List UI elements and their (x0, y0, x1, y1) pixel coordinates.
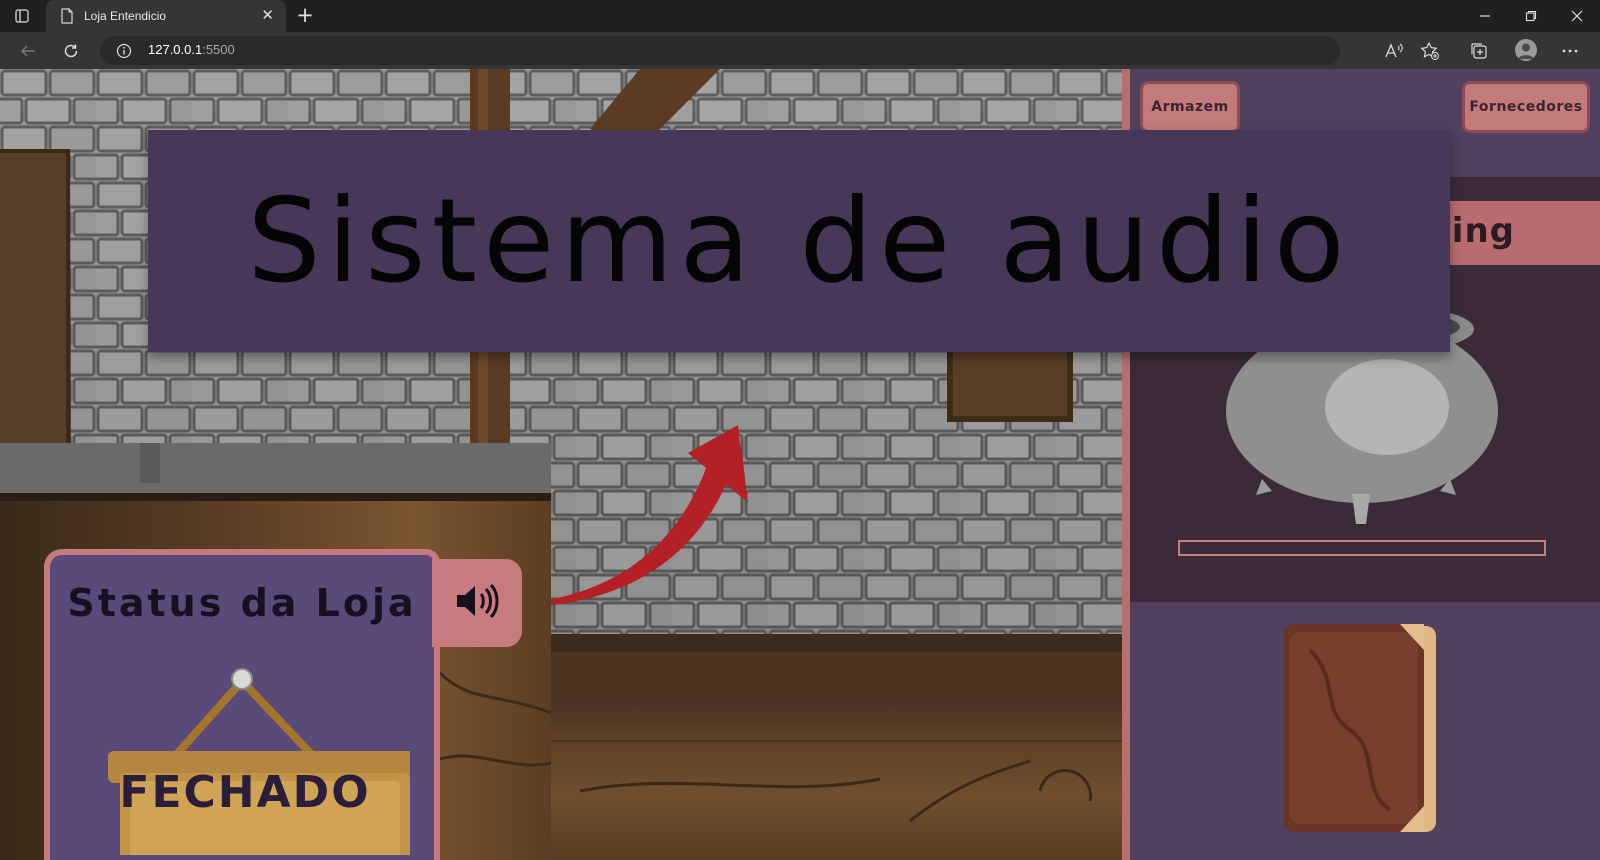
sign-status-text: FECHADO (119, 767, 371, 818)
tab-actions-icon[interactable] (14, 8, 30, 24)
feature-title-banner: Sistema de audio (148, 130, 1450, 352)
address-bar[interactable]: 127.0.0.1:5500 (100, 36, 1340, 65)
close-window-icon[interactable] (1554, 0, 1600, 32)
more-menu-icon[interactable] (1559, 40, 1581, 62)
url-port: :5500 (202, 42, 235, 57)
browser-tab-bar: Loja Entendicio ✕ + (0, 0, 1600, 32)
zoomed-inset: Status da Loja FECHADO (0, 443, 551, 860)
profile-avatar-icon[interactable] (1515, 39, 1537, 61)
url-host: 127.0.0.1 (148, 42, 203, 57)
minimize-icon[interactable] (1462, 0, 1508, 32)
read-aloud-icon[interactable] (1383, 40, 1405, 62)
audio-toggle-button[interactable] (432, 559, 522, 647)
back-arrow-icon[interactable] (17, 40, 39, 62)
speaker-volume-icon (455, 583, 499, 623)
favorite-add-icon[interactable] (1419, 40, 1441, 62)
restore-icon[interactable] (1508, 0, 1554, 32)
page-icon (60, 8, 74, 28)
fornecedores-button[interactable]: Fornecedores (1462, 81, 1590, 133)
feature-title: Sistema de audio (247, 173, 1351, 309)
page-viewport: Armazem Fornecedores cing Sistema de aud… (0, 69, 1600, 860)
recipe-book-panel (1130, 602, 1600, 860)
spellbook-icon[interactable] (1280, 620, 1450, 844)
reload-icon[interactable] (60, 40, 82, 62)
shop-status-card: Status da Loja FECHADO (44, 549, 440, 860)
browser-tab[interactable]: Loja Entendicio ✕ (46, 0, 286, 32)
annotation-arrow-icon (520, 367, 750, 616)
crafting-progress-bar (1178, 540, 1546, 556)
status-title: Status da Loja (67, 581, 417, 625)
tab-title: Loja Entendicio (84, 9, 167, 23)
collections-icon[interactable] (1468, 40, 1490, 62)
armazem-button[interactable]: Armazem (1140, 81, 1240, 133)
url-text: 127.0.0.1:5500 (148, 42, 235, 57)
browser-toolbar: 127.0.0.1:5500 (0, 32, 1600, 69)
new-tab-button[interactable]: + (294, 4, 316, 26)
closed-sign[interactable] (90, 655, 422, 860)
site-info-icon[interactable] (116, 43, 132, 63)
close-tab-icon[interactable]: ✕ (261, 7, 274, 23)
